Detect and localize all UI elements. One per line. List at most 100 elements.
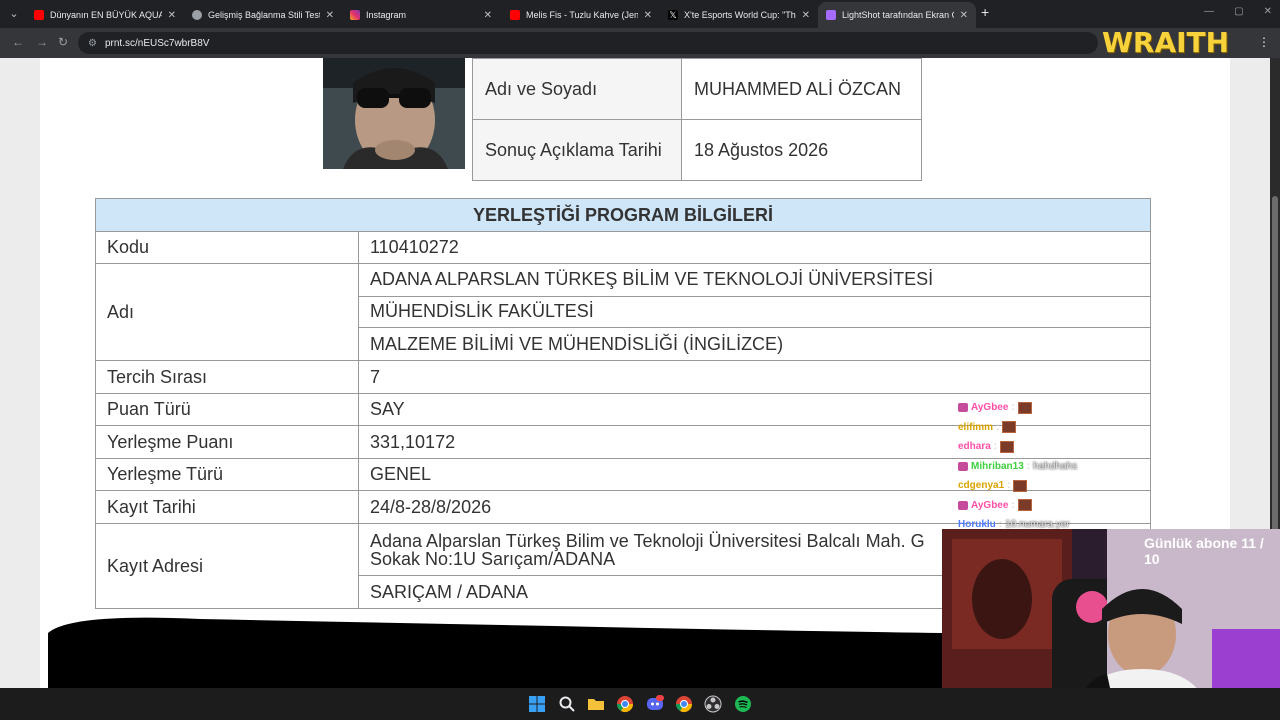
row-key: Kayıt Adresi [96,524,359,608]
stream-chat-overlay: AyGbee : elifimm : edhara : Mihriban13 :… [958,398,1158,535]
taskbar [0,688,1280,720]
close-icon[interactable]: ✕ [960,10,968,21]
close-icon[interactable]: ✕ [484,10,492,21]
tab-strip: ⌄ Dünyanın EN BÜYÜK AQUAPARK ✕ Gelişmiş … [0,0,1280,28]
new-tab-icon[interactable]: + [981,4,989,20]
back-icon[interactable]: ← [12,35,24,49]
row-key: Yerleşme Türü [96,459,359,490]
row-value: MALZEME BİLİMİ VE MÜHENDİSLİĞİ (İNGİLİZC… [370,333,784,354]
chat-username: edhara [958,441,991,453]
row-key: Puan Türü [96,394,359,425]
chrome-icon[interactable] [675,695,693,713]
row-key: Kayıt Tarihi [96,491,359,523]
chat-message: cdgenya1 : [958,476,1158,496]
tab-label: X'te Esports World Cup: "The la [684,10,796,20]
row-key: Tercih Sırası [96,361,359,393]
info-value: MUHAMMED ALİ ÖZCAN [681,58,922,120]
chat-message: Mihriban13 : hahdhahs [958,457,1158,477]
close-window-icon[interactable]: ✕ [1264,6,1272,17]
youtube-icon [34,10,44,20]
spotify-icon[interactable] [734,695,752,713]
maximize-icon[interactable]: ▢ [1234,6,1243,17]
file-explorer-icon[interactable] [587,695,605,713]
program-table-title: YERLEŞTİĞİ PROGRAM BİLGİLERİ [96,199,1150,232]
tab-lightshot[interactable]: LightShot tarafından Ekran Görü ✕ [818,2,976,28]
tab-instagram[interactable]: Instagram ✕ [342,2,500,28]
table-row: Sonuç Açıklama Tarihi 18 Ağustos 2026 [472,119,922,181]
lightshot-icon [826,10,836,20]
tab-x-esports[interactable]: 𝕏 X'te Esports World Cup: "The la ✕ [660,2,818,28]
profile-photo [323,58,465,169]
address-bar[interactable]: ⚙ prnt.sc/nEUSc7wbrB8V [78,32,1098,54]
close-icon[interactable]: ✕ [644,10,652,21]
info-value: 18 Ağustos 2026 [681,119,922,181]
tab-label: LightShot tarafından Ekran Görü [842,10,954,20]
chat-message: AyGbee : [958,496,1158,516]
info-key: Adı ve Soyadı [472,58,682,120]
row-key: Yerleşme Puanı [96,426,359,458]
chat-username: AyGbee [971,499,1009,511]
globe-icon [192,10,202,20]
row-key: Kodu [96,232,359,263]
wraith-logo: WRAITH [1102,26,1238,62]
emote-icon [1017,499,1032,512]
chat-message: edhara : [958,437,1158,457]
chat-message: elifimm : [958,418,1158,438]
tab-youtube-aquapark[interactable]: Dünyanın EN BÜYÜK AQUAPARK ✕ [26,2,184,28]
obs-icon[interactable] [704,695,722,713]
url-text: prnt.sc/nEUSc7wbrB8V [104,37,210,49]
address-line: Adana Alparslan Türkeş Bilim ve Teknoloj… [370,530,925,551]
row-value: MÜHENDİSLİK FAKÜLTESİ [359,297,1150,329]
row-value: 7 [370,366,381,387]
youtube-icon [510,10,520,20]
tab-search-icon[interactable]: ⌄ [4,4,24,24]
minimize-icon[interactable]: — [1204,6,1214,17]
x-icon: 𝕏 [668,10,678,20]
chat-username: Mihriban13 [971,460,1024,472]
discord-icon[interactable] [646,695,664,713]
chat-username: AyGbee [971,402,1009,414]
sub-goal-text: Günlük abone 11 / 10 [1144,535,1264,567]
table-row: Adı ve Soyadı MUHAMMED ALİ ÖZCAN [472,58,922,120]
site-info-icon[interactable]: ⚙ [88,38,97,49]
close-icon[interactable]: ✕ [168,10,176,21]
window-controls: — ▢ ✕ [1204,6,1272,17]
wraith-logo-text: WRAITH [1102,26,1230,59]
emote-icon [1000,440,1015,453]
chat-username: elifimm [958,421,994,433]
student-info-table: Adı ve Soyadı MUHAMMED ALİ ÖZCAN Sonuç A… [472,58,922,181]
sub-badge-icon [958,403,968,413]
menu-icon[interactable]: ⋮ [1258,35,1270,49]
chat-text: hahdhahs [1033,460,1078,472]
sub-badge-icon [958,461,968,471]
table-row: Tercih Sırası 7 [96,361,1150,394]
emote-icon [1002,421,1017,434]
tab-label: Instagram [366,10,407,20]
chat-username: cdgenya1 [958,480,1005,492]
browser-toolbar: ← → ↻ ⚙ prnt.sc/nEUSc7wbrB8V ⋮ [0,28,1280,58]
reload-icon[interactable]: ↻ [58,35,68,49]
close-icon[interactable]: ✕ [326,10,334,21]
tab-youtube-tuzlu-kahve[interactable]: Melis Fis - Tuzlu Kahve (Jenerik ✕ [502,2,660,28]
tab-label: Gelişmiş Bağlanma Stili Testi [208,10,320,20]
emote-icon [1013,479,1028,492]
address-line: Sokak No:1U Sarıçam/ADANA [370,548,616,569]
table-row: Adı ADANA ALPARSLAN TÜRKEŞ BİLİM VE TEKN… [96,264,1150,361]
search-icon[interactable] [558,695,576,713]
sub-badge-icon [958,500,968,510]
row-value: ADANA ALPARSLAN TÜRKEŞ BİLİM VE TEKNOLOJ… [359,264,1150,297]
info-key: Sonuç Açıklama Tarihi [472,119,682,181]
instagram-icon [350,10,360,20]
row-value: 110410272 [370,237,459,257]
tab-label: Melis Fis - Tuzlu Kahve (Jenerik [526,10,638,20]
forward-icon[interactable]: → [36,35,48,49]
chat-message: AyGbee : [958,398,1158,418]
tab-baglanma-testi[interactable]: Gelişmiş Bağlanma Stili Testi ✕ [184,2,342,28]
chrome-icon[interactable] [616,695,634,713]
row-key: Adı [96,264,359,360]
table-row: Kodu 110410272 [96,232,1150,264]
emote-icon [1017,401,1032,414]
windows-start-icon[interactable] [528,695,546,713]
close-icon[interactable]: ✕ [802,10,810,21]
tab-label: Dünyanın EN BÜYÜK AQUAPARK [50,10,162,20]
